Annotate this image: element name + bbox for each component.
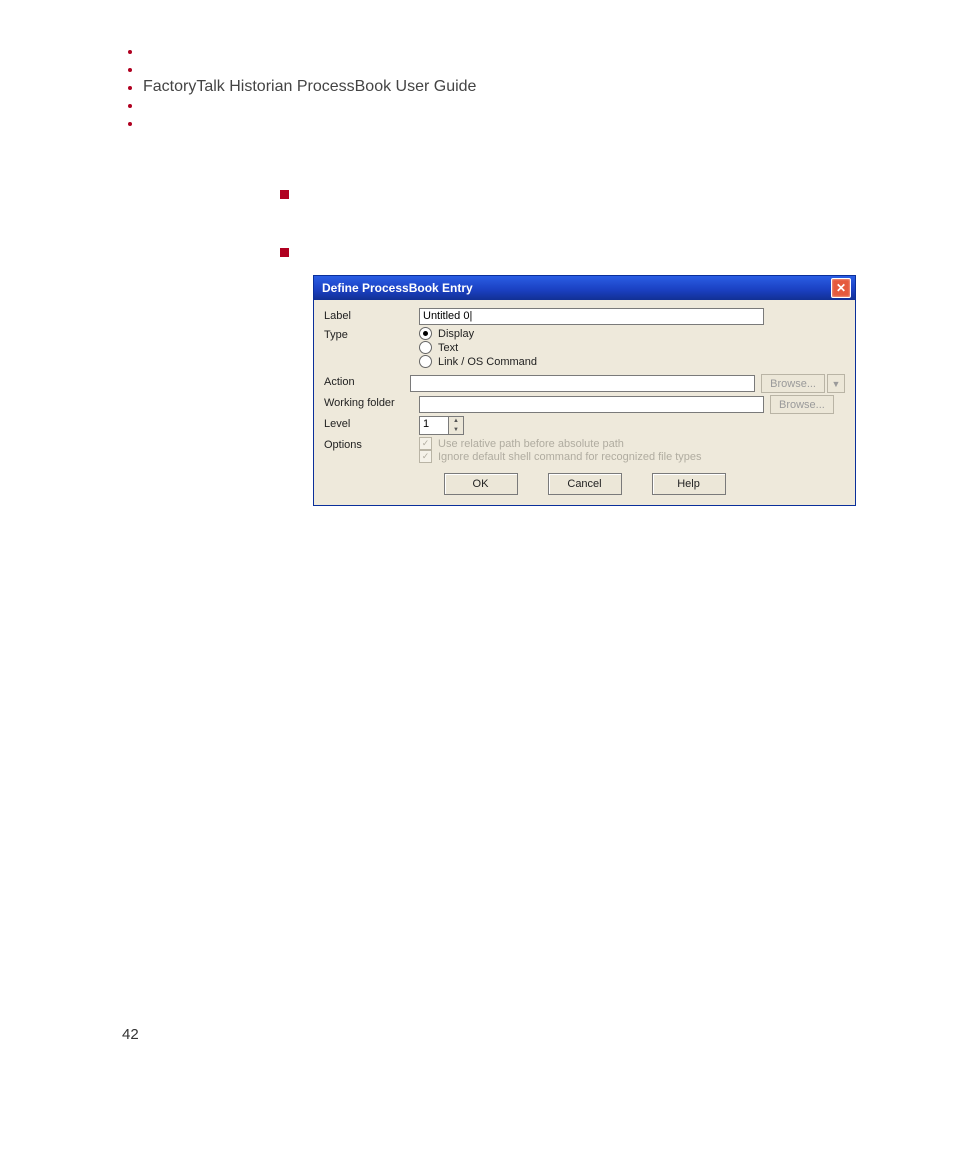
chevron-down-icon: ▼ bbox=[832, 379, 841, 389]
square-bullet bbox=[280, 248, 289, 257]
action-field-label: Action bbox=[324, 374, 410, 388]
level-field-label: Level bbox=[324, 416, 419, 430]
margin-bullet bbox=[128, 68, 132, 72]
action-dropdown-arrow[interactable]: ▼ bbox=[827, 374, 845, 393]
options-field-label: Options bbox=[324, 437, 419, 451]
level-spinner[interactable]: 1 ▲ ▼ bbox=[419, 416, 464, 435]
help-button[interactable]: Help bbox=[652, 473, 726, 495]
page-container: FactoryTalk Historian ProcessBook User G… bbox=[0, 0, 954, 1164]
spinner-buttons[interactable]: ▲ ▼ bbox=[449, 416, 464, 435]
dialog-title: Define ProcessBook Entry bbox=[322, 281, 473, 295]
radio-label: Link / OS Command bbox=[438, 356, 537, 368]
doc-header-title: FactoryTalk Historian ProcessBook User G… bbox=[143, 78, 476, 96]
margin-bullet bbox=[128, 50, 132, 54]
spinner-up-icon[interactable]: ▲ bbox=[449, 417, 463, 426]
close-button[interactable]: ✕ bbox=[831, 278, 851, 298]
close-icon: ✕ bbox=[836, 282, 846, 294]
label-field-label: Label bbox=[324, 308, 419, 322]
define-processbook-entry-dialog: Define ProcessBook Entry ✕ Label Untitle… bbox=[313, 275, 856, 506]
margin-bullets bbox=[128, 50, 132, 126]
radio-icon bbox=[419, 327, 432, 340]
label-input[interactable]: Untitled 0| bbox=[419, 308, 764, 325]
level-input[interactable]: 1 bbox=[419, 416, 449, 435]
dialog-body: Label Untitled 0| Type Display Text bbox=[314, 300, 855, 505]
option-relative-path[interactable]: ✓ Use relative path before absolute path bbox=[419, 437, 702, 450]
type-radio-group: Display Text Link / OS Command bbox=[419, 327, 537, 368]
square-bullet bbox=[280, 190, 289, 199]
checkbox-icon: ✓ bbox=[419, 437, 432, 450]
dialog-titlebar[interactable]: Define ProcessBook Entry ✕ bbox=[314, 276, 855, 300]
working-folder-input[interactable] bbox=[419, 396, 764, 413]
page-number: 42 bbox=[122, 1026, 139, 1043]
margin-bullet bbox=[128, 104, 132, 108]
dialog-buttons: OK Cancel Help bbox=[324, 473, 845, 495]
margin-bullet bbox=[128, 122, 132, 126]
action-browse-button[interactable]: Browse... bbox=[761, 374, 825, 393]
action-input[interactable] bbox=[410, 375, 755, 392]
margin-bullet bbox=[128, 86, 132, 90]
spinner-down-icon[interactable]: ▼ bbox=[449, 426, 463, 435]
radio-icon bbox=[419, 355, 432, 368]
radio-link[interactable]: Link / OS Command bbox=[419, 355, 537, 368]
type-field-label: Type bbox=[324, 327, 419, 341]
checkbox-icon: ✓ bbox=[419, 450, 432, 463]
working-folder-label: Working folder bbox=[324, 395, 419, 409]
radio-label: Text bbox=[438, 342, 458, 354]
radio-text[interactable]: Text bbox=[419, 341, 537, 354]
option-ignore-shell[interactable]: ✓ Ignore default shell command for recog… bbox=[419, 450, 702, 463]
radio-label: Display bbox=[438, 328, 474, 340]
radio-icon bbox=[419, 341, 432, 354]
radio-display[interactable]: Display bbox=[419, 327, 537, 340]
cancel-button[interactable]: Cancel bbox=[548, 473, 622, 495]
ok-button[interactable]: OK bbox=[444, 473, 518, 495]
working-folder-browse-button[interactable]: Browse... bbox=[770, 395, 834, 414]
checkbox-label: Use relative path before absolute path bbox=[438, 438, 624, 450]
checkbox-label: Ignore default shell command for recogni… bbox=[438, 451, 702, 463]
